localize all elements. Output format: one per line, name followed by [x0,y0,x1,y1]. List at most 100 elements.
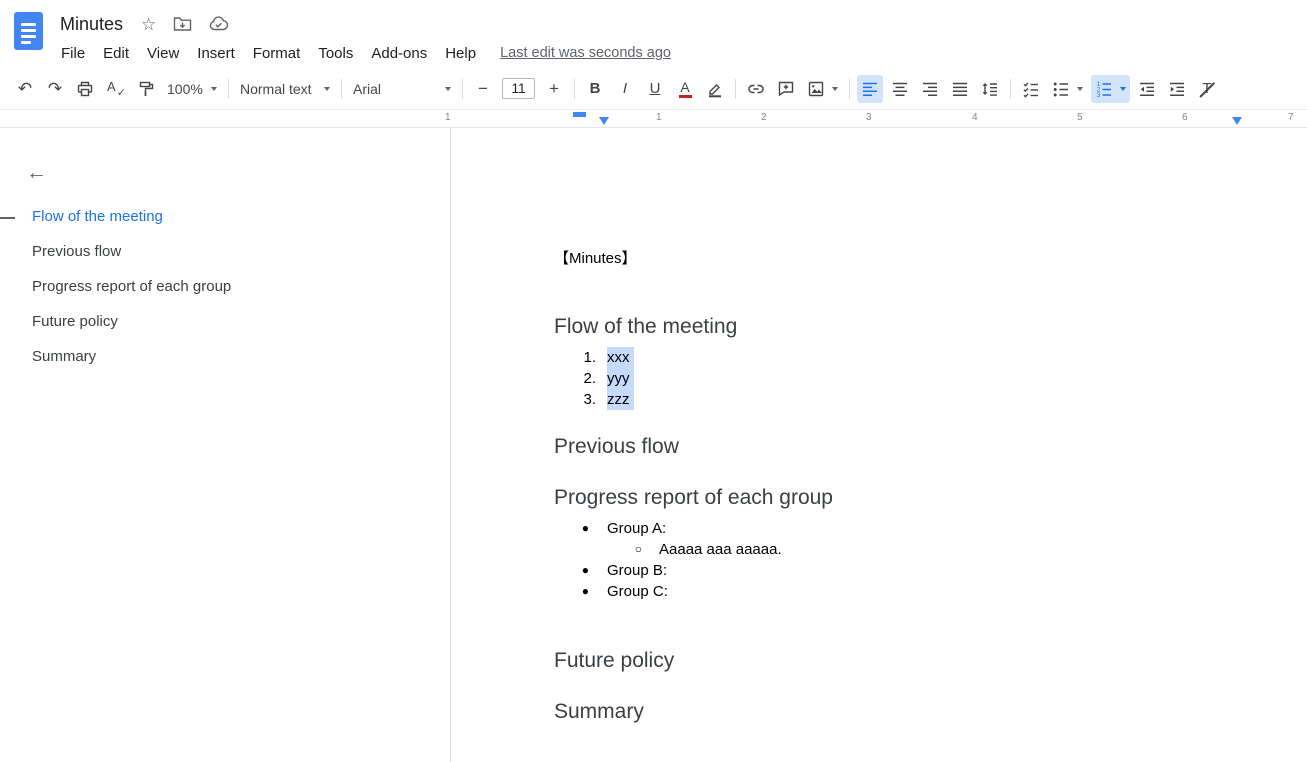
header-main: Minutes ☆ File Edit View Insert Format T… [60,10,671,67]
insert-image-button[interactable] [803,75,842,103]
toolbar: ↶ ↷ A ✓ 100% Normal text Arial − 11 + B … [0,68,1307,110]
list-item[interactable]: 3. zzz [554,389,1307,410]
selected-text[interactable]: zzz [607,389,634,410]
bullet-icon: ● [554,581,589,602]
align-right-button[interactable] [917,75,943,103]
heading-flow-of-the-meeting[interactable]: Flow of the meeting [554,314,1307,340]
spellcheck-button[interactable]: A ✓ [102,75,129,103]
undo-button[interactable]: ↶ [12,75,38,103]
list-item[interactable]: 2. yyy [554,368,1307,389]
font-size-input[interactable]: 11 [502,78,535,99]
menu-format[interactable]: Format [244,45,310,62]
highlight-color-button[interactable] [702,75,728,103]
align-justify-icon [951,80,969,98]
selected-text[interactable]: xxx [607,347,634,368]
zoom-select[interactable]: 100% [163,75,221,103]
align-left-button[interactable] [857,75,883,103]
document-outline-panel: ← Flow of the meeting Previous flow Prog… [0,128,451,762]
ruler-number: 4 [972,112,978,123]
align-center-button[interactable] [887,75,913,103]
heading-progress-report[interactable]: Progress report of each group [554,485,1307,511]
list-item[interactable]: ○ Aaaaa aaa aaaaa. [554,539,1307,560]
increase-indent-button[interactable] [1164,75,1190,103]
toolbar-separator [574,79,575,99]
menu-tools[interactable]: Tools [309,45,362,62]
insert-link-button[interactable] [743,75,769,103]
menu-help[interactable]: Help [436,45,485,62]
align-justify-button[interactable] [947,75,973,103]
increase-indent-icon [1168,80,1186,98]
chevron-down-icon [832,87,838,91]
text-color-button[interactable]: A [672,75,698,103]
outline-item-future-policy[interactable]: Future policy [0,305,450,340]
chevron-down-icon [1077,87,1083,91]
left-indent-marker[interactable] [599,117,609,125]
bulleted-list-icon [1052,80,1070,98]
decrease-indent-button[interactable] [1134,75,1160,103]
document-page[interactable]: 【Minutes】 Flow of the meeting 1. xxx 2. … [451,128,1307,762]
toolbar-separator [341,79,342,99]
list-item[interactable]: 1. xxx [554,347,1307,368]
document-title[interactable]: Minutes [60,14,123,35]
list-item[interactable]: ● Group B: [554,560,1307,581]
menu-view[interactable]: View [138,45,188,62]
zoom-value: 100% [167,81,203,97]
horizontal-ruler[interactable]: 1 1 2 3 4 5 6 7 [0,110,1307,128]
move-to-folder-icon[interactable] [173,16,192,32]
font-value: Arial [353,81,381,97]
align-left-icon [861,80,879,98]
redo-button[interactable]: ↷ [42,75,68,103]
ruler-number: 6 [1182,112,1188,123]
increase-font-size-button[interactable]: + [541,75,567,103]
outline-item-flow-of-the-meeting[interactable]: Flow of the meeting [0,200,450,235]
underline-button[interactable]: U [642,75,668,103]
numbered-list-button[interactable]: 123 [1091,75,1130,103]
chevron-down-icon [324,87,330,91]
right-indent-marker[interactable] [1232,117,1242,125]
bold-button[interactable]: B [582,75,608,103]
menu-addons[interactable]: Add-ons [362,45,436,62]
link-icon [747,80,765,98]
menu-edit[interactable]: Edit [94,45,138,62]
clear-formatting-button[interactable]: T [1194,75,1220,103]
bulleted-list: ● Group A: ○ Aaaaa aaa aaaaa. ● Group B:… [554,518,1307,602]
toolbar-separator [1010,79,1011,99]
heading-previous-flow[interactable]: Previous flow [554,434,1307,460]
google-docs-logo[interactable] [14,12,46,50]
heading-summary[interactable]: Summary [554,699,1307,725]
close-outline-button[interactable]: ← [26,160,50,184]
outline-item-progress-report[interactable]: Progress report of each group [0,270,450,305]
outline-list: Flow of the meeting Previous flow Progre… [0,200,450,375]
menu-insert[interactable]: Insert [188,45,244,62]
paint-format-button[interactable] [133,75,159,103]
doc-intro-line[interactable]: 【Minutes】 [554,248,1307,269]
cloud-save-status-icon[interactable] [209,16,229,32]
list-item[interactable]: ● Group A: [554,518,1307,539]
decrease-font-size-button[interactable]: − [470,75,496,103]
last-edit-link[interactable]: Last edit was seconds ago [500,45,671,61]
content-area: ← Flow of the meeting Previous flow Prog… [0,128,1307,762]
menu-file[interactable]: File [52,45,94,62]
bulleted-list-button[interactable] [1048,75,1087,103]
toolbar-separator [849,79,850,99]
ruler-number: 1 [656,112,662,123]
toolbar-separator [462,79,463,99]
title-row: Minutes ☆ [60,10,671,38]
print-button[interactable] [72,75,98,103]
font-select[interactable]: Arial [349,75,455,103]
heading-future-policy[interactable]: Future policy [554,648,1307,674]
numbered-list-icon: 123 [1095,80,1113,98]
star-icon[interactable]: ☆ [141,16,156,33]
list-item[interactable]: ● Group C: [554,581,1307,602]
plus-icon: + [549,80,559,97]
line-spacing-button[interactable] [977,75,1003,103]
outline-item-previous-flow[interactable]: Previous flow [0,235,450,270]
ruler-number: 2 [761,112,767,123]
selected-text[interactable]: yyy [607,368,634,389]
italic-button[interactable]: I [612,75,638,103]
first-line-indent-marker[interactable] [573,112,586,117]
outline-item-summary[interactable]: Summary [0,340,450,375]
paragraph-style-select[interactable]: Normal text [236,75,334,103]
checklist-button[interactable] [1018,75,1044,103]
add-comment-button[interactable] [773,75,799,103]
